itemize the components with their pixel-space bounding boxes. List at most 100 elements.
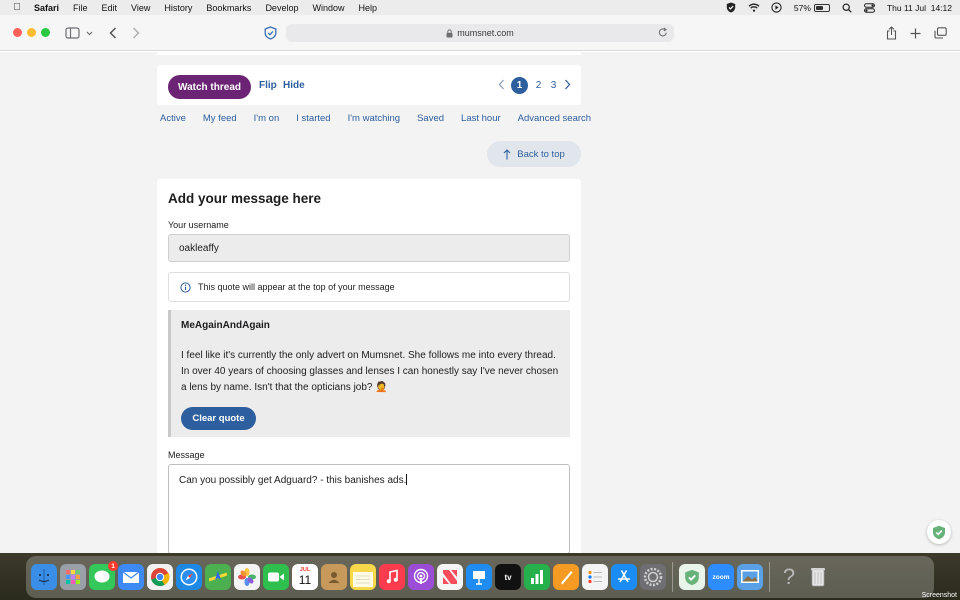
podcasts-icon[interactable]: [408, 564, 434, 590]
zoom-window-button[interactable]: [41, 28, 50, 37]
back-button[interactable]: [106, 24, 120, 42]
menu-app-name[interactable]: Safari: [34, 3, 66, 13]
address-bar[interactable]: mumsnet.com: [286, 24, 674, 42]
maps-icon[interactable]: [205, 564, 231, 590]
message-textarea[interactable]: Can you possibly get Adguard? - this ban…: [168, 464, 570, 553]
share-icon: [886, 26, 896, 40]
filter-saved[interactable]: Saved: [417, 113, 444, 124]
spotlight-search-icon[interactable]: [841, 2, 853, 13]
flip-link[interactable]: Flip: [259, 80, 277, 91]
adguard-floating-icon[interactable]: [927, 520, 951, 544]
form-title: Add your message here: [168, 191, 322, 206]
page-1-current[interactable]: 1: [511, 77, 528, 94]
notes-icon[interactable]: [350, 564, 376, 590]
back-to-top-label: Back to top: [517, 148, 565, 160]
filter-active[interactable]: Active: [160, 113, 186, 124]
help-question-icon[interactable]: ?: [776, 564, 802, 590]
filter-i-started[interactable]: I started: [296, 113, 330, 124]
keynote-icon[interactable]: [466, 564, 492, 590]
dock-separator-2: [769, 562, 770, 592]
previous-page-icon[interactable]: [498, 79, 505, 93]
sidebar-icon: [65, 27, 93, 39]
forward-button[interactable]: [129, 24, 143, 42]
username-value: oakleaffy: [179, 242, 219, 254]
trash-icon[interactable]: [805, 564, 831, 590]
control-center-icon[interactable]: [864, 2, 876, 13]
watch-thread-button[interactable]: Watch thread: [168, 75, 251, 99]
reload-icon[interactable]: [658, 27, 668, 40]
apple-menu-icon[interactable]: : [0, 2, 34, 13]
calendar-day: 11: [298, 573, 312, 587]
menu-view[interactable]: View: [124, 3, 157, 13]
hide-link[interactable]: Hide: [283, 80, 305, 91]
filter-my-feed[interactable]: My feed: [203, 113, 237, 124]
menu-edit[interactable]: Edit: [95, 3, 125, 13]
next-page-icon[interactable]: [564, 79, 571, 93]
web-page: Watch thread Flip Hide 1 2 3 Active My f…: [0, 52, 960, 553]
photos-icon[interactable]: [234, 564, 260, 590]
username-field[interactable]: oakleaffy: [168, 234, 570, 262]
calendar-icon[interactable]: JUL 11: [292, 564, 318, 590]
tab-overview-button[interactable]: [933, 24, 947, 42]
apple-tv-icon[interactable]: tv: [495, 564, 521, 590]
reminders-icon[interactable]: [582, 564, 608, 590]
back-to-top-button[interactable]: Back to top: [487, 141, 581, 167]
menu-develop[interactable]: Develop: [258, 3, 305, 13]
messages-badge: 1: [108, 561, 118, 571]
safari-icon[interactable]: [176, 564, 202, 590]
clear-quote-button[interactable]: Clear quote: [181, 407, 256, 430]
filter-im-on[interactable]: I'm on: [254, 113, 280, 124]
filter-last-hour[interactable]: Last hour: [461, 113, 501, 124]
mail-icon[interactable]: [118, 564, 144, 590]
zoom-app-icon[interactable]: zoom: [708, 564, 734, 590]
info-icon: [180, 281, 191, 293]
news-icon[interactable]: [437, 564, 463, 590]
new-tab-button[interactable]: [908, 24, 922, 42]
music-icon[interactable]: [379, 564, 405, 590]
page-2-link[interactable]: 2: [534, 80, 543, 91]
finder-icon[interactable]: [31, 564, 57, 590]
tabs-overview-icon: [933, 27, 947, 39]
battery-indicator[interactable]: 57%: [794, 3, 830, 13]
sidebar-toggle-button[interactable]: [64, 24, 94, 42]
thread-actions-bar: Watch thread Flip Hide 1 2 3: [157, 65, 581, 105]
pages-icon[interactable]: [553, 564, 579, 590]
preview-icon[interactable]: [737, 564, 763, 590]
menu-bookmarks[interactable]: Bookmarks: [199, 3, 258, 13]
facetime-icon[interactable]: [263, 564, 289, 590]
close-window-button[interactable]: [13, 28, 22, 37]
page-3-link[interactable]: 3: [549, 80, 558, 91]
wifi-icon[interactable]: [748, 2, 760, 13]
dock: 1 JUL 11 tv zoom ?: [26, 556, 934, 598]
message-text: Can you possibly get Adguard? - this ban…: [179, 475, 407, 486]
minimize-window-button[interactable]: [27, 28, 36, 37]
share-button[interactable]: [884, 24, 898, 42]
app-store-icon[interactable]: [611, 564, 637, 590]
launchpad-icon[interactable]: [60, 564, 86, 590]
menu-help[interactable]: Help: [351, 3, 384, 13]
adguard-app-icon[interactable]: [679, 564, 705, 590]
shield-check-icon: [264, 26, 276, 40]
privacy-shield-button[interactable]: [262, 24, 278, 42]
clock[interactable]: Thu 11 Jul 14:12: [887, 3, 952, 13]
url-text: mumsnet.com: [457, 28, 514, 38]
chrome-icon[interactable]: [147, 564, 173, 590]
system-settings-icon[interactable]: [640, 564, 666, 590]
contacts-icon[interactable]: [321, 564, 347, 590]
status-menus: 57% Thu 11 Jul 14:12: [725, 0, 952, 15]
menu-window[interactable]: Window: [305, 3, 351, 13]
menu-file[interactable]: File: [66, 3, 95, 13]
message-label: Message: [168, 450, 205, 460]
menu-bar:  Safari File Edit View History Bookmark…: [0, 0, 960, 15]
numbers-icon[interactable]: [524, 564, 550, 590]
filter-advanced-search[interactable]: Advanced search: [518, 113, 591, 124]
arrow-up-icon: [503, 148, 511, 159]
quoted-message: MeAgainAndAgain I feel like it's current…: [168, 310, 570, 437]
adguard-shield-icon[interactable]: [725, 2, 737, 13]
text-cursor: [406, 474, 408, 485]
username-label: Your username: [168, 220, 229, 230]
menu-history[interactable]: History: [157, 3, 199, 13]
messages-icon[interactable]: 1: [89, 561, 118, 590]
play-circle-icon[interactable]: [771, 2, 783, 13]
filter-im-watching[interactable]: I'm watching: [348, 113, 401, 124]
